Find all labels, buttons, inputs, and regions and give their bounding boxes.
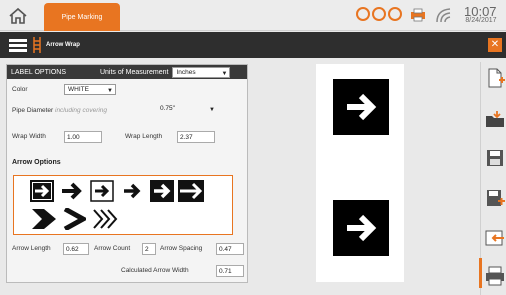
right-arrow-icon [347, 214, 377, 242]
wrap-length-label: Wrap Length [125, 133, 163, 140]
color-value: WHITE [68, 86, 89, 93]
color-label: Color [12, 86, 28, 93]
arrow-chevron-solid-icon[interactable] [30, 208, 58, 230]
right-arrow-icon [347, 93, 377, 121]
label-preview [316, 64, 404, 282]
arrow-boxed-dark-icon[interactable] [30, 180, 54, 202]
home-icon [9, 7, 27, 24]
pipe-diameter-select[interactable]: 0.75" ▼ [157, 104, 217, 115]
clock: 10:07 8/24/2017 [464, 4, 497, 24]
save-as-icon[interactable] [485, 188, 505, 208]
preview-arrow-1 [333, 79, 389, 135]
arrow-chevron-icon[interactable] [62, 208, 86, 230]
print-status-icon[interactable] [356, 7, 370, 21]
chevron-down-icon: ▼ [107, 88, 113, 94]
print-selected-indicator [479, 258, 482, 288]
pipe-diameter-value: 0.75" [160, 105, 175, 112]
side-toolbar [480, 62, 506, 295]
arrow-triple-chevron-icon[interactable] [92, 208, 118, 230]
arrow-count-field[interactable]: 2 [142, 243, 156, 255]
arrow-spacing-label: Arrow Spacing [160, 245, 203, 252]
calculated-arrow-width-value: 0.71 [216, 265, 244, 277]
save-icon[interactable] [485, 148, 505, 168]
panel-header: LABEL OPTIONS Units of Measurement Inche… [7, 65, 247, 79]
menu-icon[interactable] [9, 39, 27, 52]
arrow-length-label: Arrow Length [12, 245, 51, 252]
new-file-icon[interactable] [485, 68, 505, 88]
top-bar: Pipe Marking 10:07 8/24/2017 [0, 0, 506, 31]
print-icon[interactable] [485, 266, 505, 286]
printer-icon[interactable] [410, 8, 426, 22]
arrow-plain-icon[interactable] [60, 180, 84, 202]
wrap-width-field[interactable]: 1.00 [64, 131, 102, 143]
arrow-wide-box-icon[interactable] [178, 180, 204, 202]
arrow-spacing-field[interactable]: 0.47 [216, 243, 244, 255]
open-folder-icon[interactable] [485, 110, 505, 130]
arrow-count-label: Arrow Count [94, 245, 131, 252]
toolbar-title: Arrow Wrap [46, 42, 80, 48]
wifi-icon [436, 8, 451, 23]
color-select[interactable]: WHITE ▼ [64, 84, 116, 95]
calculated-arrow-width-label: Calculated Arrow Width [121, 267, 189, 274]
arrow-style-gallery [13, 175, 233, 235]
arrow-outlined-icon[interactable] [90, 180, 114, 202]
uom-value: Inches [176, 68, 196, 76]
wrap-width-label: Wrap Width [12, 133, 46, 140]
status-icons [356, 7, 402, 21]
preview-arrow-2 [333, 200, 389, 256]
home-button[interactable] [4, 4, 32, 28]
tab-pipe-marking[interactable]: Pipe Marking [44, 3, 120, 31]
pipe-diameter-label: Pipe Diameter including covering [12, 107, 107, 114]
arrow-options-title: Arrow Options [12, 159, 61, 166]
uom-select[interactable]: Inches ▼ [172, 66, 231, 78]
close-icon: ✕ [490, 39, 500, 50]
uom-label: Units of Measurement [99, 68, 169, 76]
chevron-down-icon: ▼ [221, 70, 228, 77]
app-toolbar: Arrow Wrap [0, 32, 506, 58]
ladder-icon [33, 37, 41, 53]
close-button[interactable]: ✕ [488, 38, 502, 52]
wrap-length-field[interactable]: 2.37 [177, 131, 215, 143]
clock-date: 8/24/2017 [465, 17, 497, 24]
pipe-diameter-hint: including covering [55, 107, 108, 114]
label-options-panel: LABEL OPTIONS Units of Measurement Inche… [6, 64, 248, 283]
import-icon[interactable] [485, 228, 505, 248]
arrow-length-field[interactable]: 0.62 [63, 243, 89, 255]
chevron-down-icon: ▼ [209, 107, 215, 113]
label-options-heading: LABEL OPTIONS [11, 68, 66, 76]
arrow-filled-box-icon[interactable] [150, 180, 174, 202]
ribbon-status-icon[interactable] [372, 7, 386, 21]
arrow-small-icon[interactable] [120, 180, 144, 202]
label-status-icon[interactable] [388, 7, 402, 21]
pipe-diameter-text: Pipe Diameter [12, 107, 54, 114]
